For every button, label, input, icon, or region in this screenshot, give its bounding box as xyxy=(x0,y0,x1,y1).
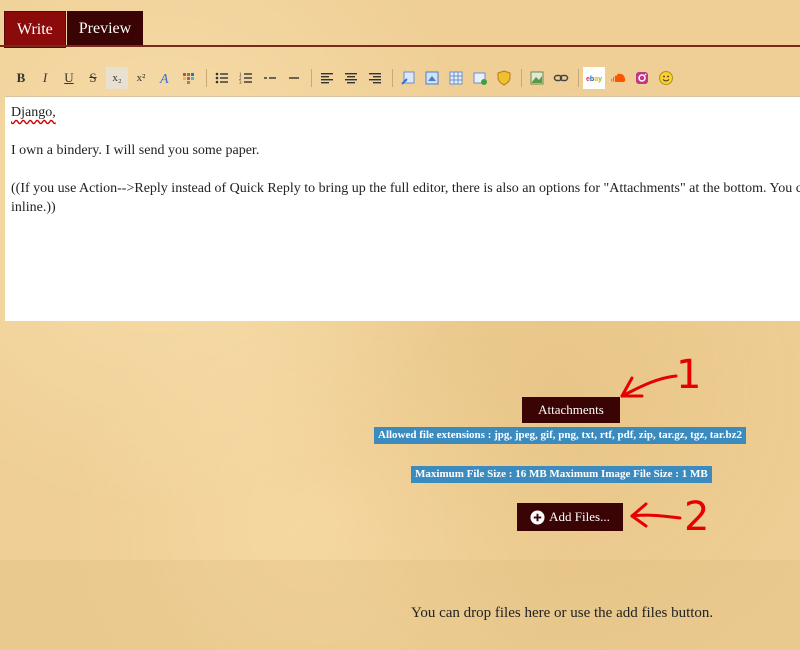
image-edit-icon[interactable] xyxy=(421,67,443,89)
toolbar-separator xyxy=(392,69,393,87)
align-left-icon[interactable] xyxy=(316,67,338,89)
strikethrough-icon[interactable]: S xyxy=(82,67,104,89)
drop-zone-text: You can drop files here or use the add f… xyxy=(411,605,714,621)
underline-icon[interactable]: U xyxy=(58,67,80,89)
color-grid-icon[interactable] xyxy=(178,67,200,89)
annotation-arrow-1: 1 xyxy=(620,352,701,398)
max-file-size-label: Maximum File Size : 16 MB Maximum Image … xyxy=(411,466,712,483)
smiley-icon[interactable] xyxy=(655,67,677,89)
editor-tabs: Write Preview xyxy=(4,11,144,48)
tab-preview[interactable]: Preview xyxy=(66,11,144,46)
align-right-icon[interactable] xyxy=(364,67,386,89)
svg-text:A: A xyxy=(159,72,169,86)
svg-text:ebay: ebay xyxy=(586,76,602,83)
bullet-list-icon[interactable] xyxy=(211,67,233,89)
toolbar-separator xyxy=(311,69,312,87)
editor-line: inline.)) xyxy=(11,200,56,215)
shield-icon[interactable] xyxy=(493,67,515,89)
annotation-arrow-2: 2 xyxy=(630,494,709,540)
toolbar-separator xyxy=(578,69,579,87)
image-add-icon[interactable] xyxy=(469,67,491,89)
table-icon[interactable] xyxy=(445,67,467,89)
toolbar-separator xyxy=(206,69,207,87)
toolbar-separator xyxy=(521,69,522,87)
font-color-icon[interactable]: A xyxy=(154,67,176,89)
allowed-extensions-label: Allowed file extensions : jpg, jpeg, gif… xyxy=(374,427,746,444)
bold-icon[interactable]: B xyxy=(10,67,32,89)
annotation-number-1: 1 xyxy=(676,352,701,398)
instagram-icon[interactable] xyxy=(631,67,653,89)
horizontal-rule-icon[interactable] xyxy=(283,67,305,89)
link-edit-icon[interactable] xyxy=(397,67,419,89)
svg-text:3: 3 xyxy=(239,81,242,86)
plus-circle-icon xyxy=(530,509,545,525)
image-icon[interactable] xyxy=(526,67,548,89)
link-icon[interactable] xyxy=(550,67,572,89)
ebay-icon[interactable]: ebay xyxy=(583,67,605,89)
superscript-icon[interactable]: x² xyxy=(130,67,152,89)
formatting-toolbar: B I U S x₂ x² A 123 ebay xyxy=(10,66,679,90)
align-center-icon[interactable] xyxy=(340,67,362,89)
attachments-button[interactable]: Attachments xyxy=(522,397,620,423)
indent-icon[interactable] xyxy=(259,67,281,89)
editor-line: ((If you use Action-->Reply instead of Q… xyxy=(11,181,800,196)
numbered-list-icon[interactable]: 123 xyxy=(235,67,257,89)
message-editor[interactable]: Django, I own a bindery. I will send you… xyxy=(5,96,800,321)
subscript-icon[interactable]: x₂ xyxy=(106,67,128,89)
italic-icon[interactable]: I xyxy=(34,67,56,89)
editor-line: Django, xyxy=(11,105,56,120)
annotation-number-2: 2 xyxy=(684,494,709,540)
add-files-label: Add Files... xyxy=(549,509,610,524)
soundcloud-icon[interactable] xyxy=(607,67,629,89)
tab-divider xyxy=(0,45,800,47)
add-files-button[interactable]: Add Files... xyxy=(517,503,623,531)
editor-line: I own a bindery. I will send you some pa… xyxy=(11,143,260,158)
tab-write[interactable]: Write xyxy=(4,11,66,48)
